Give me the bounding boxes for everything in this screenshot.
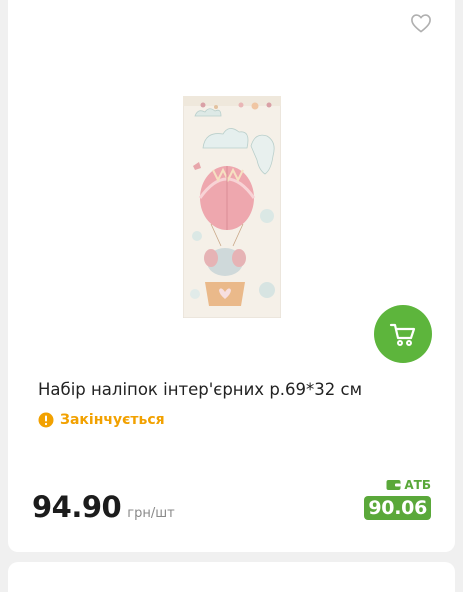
next-product-card[interactable] xyxy=(8,562,455,592)
stock-status: Закінчується xyxy=(38,412,165,428)
favorite-button[interactable] xyxy=(408,10,434,36)
club-brand-text: АТБ xyxy=(404,478,431,492)
shopping-cart-icon xyxy=(389,323,416,346)
stock-status-text: Закінчується xyxy=(60,412,165,428)
club-price-block: АТБ 90.06 xyxy=(364,478,431,520)
price-value: 94.90 xyxy=(32,490,122,524)
add-to-cart-button[interactable] xyxy=(374,305,432,363)
exclamation-circle-icon xyxy=(38,412,54,428)
product-image[interactable] xyxy=(183,96,281,318)
product-card[interactable]: Набір наліпок інтер'єрних р.69*32 см Зак… xyxy=(8,0,455,552)
heart-outline-icon xyxy=(411,14,431,33)
wallet-card-icon xyxy=(386,480,401,490)
price-unit: грн/шт xyxy=(127,506,175,521)
price-block: 94.90 грн/шт xyxy=(32,490,175,524)
club-price-badge: 90.06 xyxy=(364,496,431,520)
club-brand: АТБ xyxy=(386,478,431,492)
product-title[interactable]: Набір наліпок інтер'єрних р.69*32 см xyxy=(38,380,438,399)
